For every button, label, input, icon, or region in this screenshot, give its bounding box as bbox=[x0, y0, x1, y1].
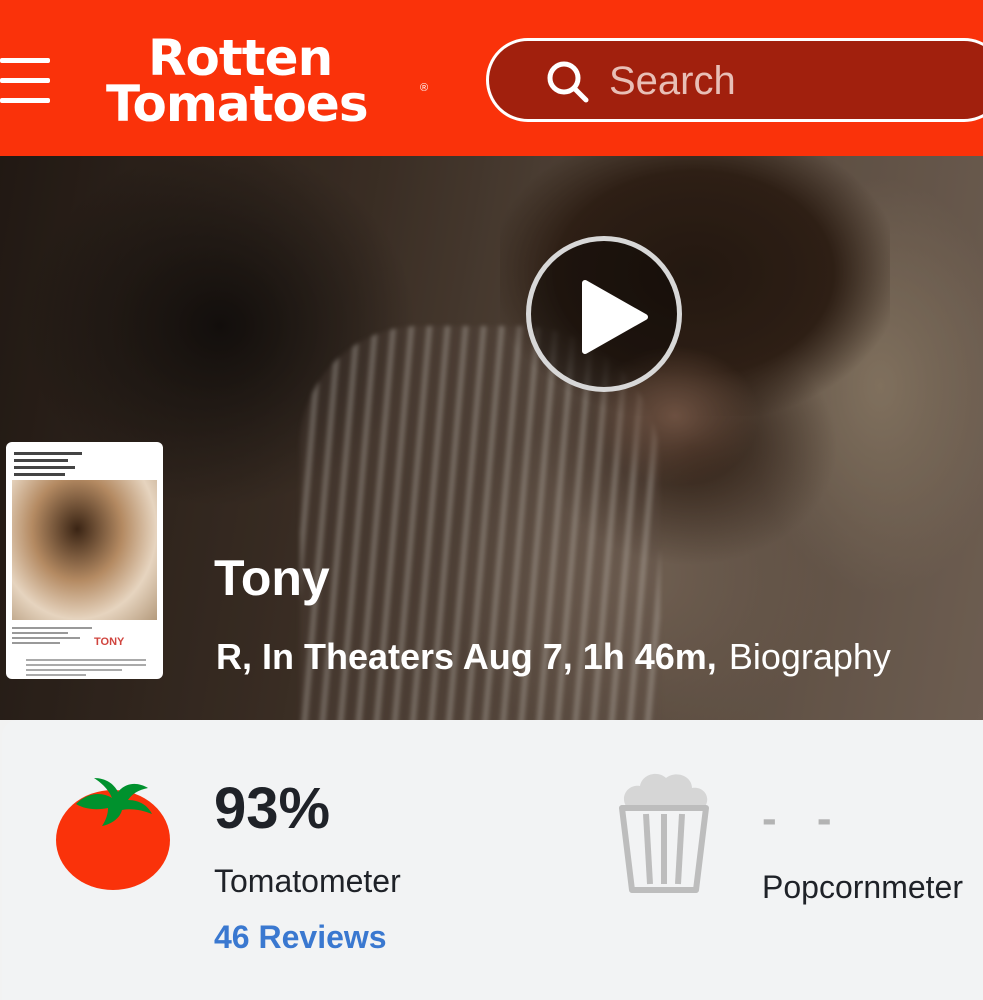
movie-title: Tony bbox=[214, 550, 330, 606]
tomatometer-label: Tomatometer bbox=[214, 863, 401, 899]
poster-still bbox=[12, 480, 157, 620]
rotten-tomatoes-logo[interactable]: Rotten Tomatoes ® bbox=[104, 30, 434, 133]
play-trailer-button[interactable] bbox=[526, 236, 682, 392]
top-header: Rotten Tomatoes ® Search bbox=[0, 0, 983, 156]
poster-billing-block bbox=[26, 656, 146, 679]
score-panel: 93% Tomatometer 46 Reviews - - Popcornme… bbox=[2, 720, 983, 1000]
hero-trailer[interactable]: TONY Tony R, In Theaters Aug 7, 1h 46m, B… bbox=[0, 156, 983, 720]
magnifier-icon bbox=[547, 61, 589, 103]
hamburger-menu-icon[interactable] bbox=[0, 58, 50, 104]
search-placeholder: Search bbox=[609, 59, 736, 103]
movie-rating-release-runtime: R, In Theaters Aug 7, 1h 46m, bbox=[216, 636, 717, 677]
logo-text-tomatoes: Tomatoes bbox=[106, 75, 369, 133]
poster-title: TONY bbox=[94, 636, 125, 648]
tomatometer-score: 93% bbox=[214, 776, 331, 841]
play-icon bbox=[582, 280, 648, 354]
movie-meta: R, In Theaters Aug 7, 1h 46m, Biography bbox=[216, 636, 891, 678]
popcornmeter-label: Popcornmeter bbox=[762, 869, 963, 905]
poster-tagline bbox=[12, 624, 92, 647]
registered-mark: ® bbox=[420, 82, 429, 94]
movie-poster[interactable]: TONY bbox=[6, 442, 163, 679]
search-input[interactable]: Search bbox=[486, 38, 983, 122]
reviews-link[interactable]: 46 Reviews bbox=[214, 918, 387, 956]
fresh-tomato-icon bbox=[56, 778, 170, 890]
empty-popcorn-bucket-icon bbox=[619, 773, 709, 893]
movie-genre: Biography bbox=[728, 636, 891, 677]
poster-credits bbox=[14, 448, 82, 480]
popcornmeter-score: - - bbox=[762, 794, 846, 843]
